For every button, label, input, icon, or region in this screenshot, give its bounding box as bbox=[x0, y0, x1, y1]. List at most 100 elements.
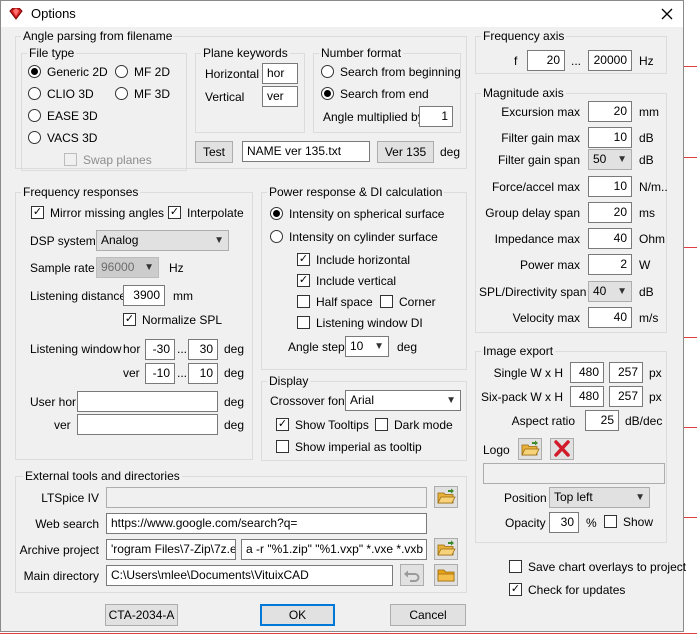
chevron-down-icon: ▼ bbox=[144, 262, 154, 273]
sample-rate-dropdown[interactable]: 96000 ▼ bbox=[96, 257, 159, 278]
chevron-down-icon: ▼ bbox=[214, 235, 224, 246]
angle-step-label: Angle step bbox=[288, 340, 345, 354]
impedance-input[interactable]: 40 bbox=[588, 228, 632, 249]
velocity-label: Velocity max bbox=[512, 311, 580, 325]
single-width-input[interactable]: 480 bbox=[570, 362, 604, 383]
folder-open-icon bbox=[437, 540, 456, 556]
logo-path-field[interactable] bbox=[483, 463, 665, 484]
force-accel-input[interactable]: 10 bbox=[588, 176, 632, 197]
hor-separator: ... bbox=[177, 342, 188, 356]
listening-distance-input[interactable]: 3900 bbox=[123, 285, 165, 306]
aspect-ratio-input[interactable]: 25 bbox=[585, 410, 619, 431]
position-label: Position bbox=[504, 491, 547, 505]
user-ver-deg-unit: deg bbox=[224, 418, 245, 432]
hor-deg-unit: deg bbox=[224, 342, 245, 356]
user-hor-deg-unit: deg bbox=[224, 395, 245, 409]
folder-open-icon bbox=[521, 440, 540, 456]
background-line bbox=[684, 427, 697, 428]
main-directory-reset-button[interactable] bbox=[400, 564, 424, 586]
power-max-label: Power max bbox=[519, 258, 580, 272]
angle-multiplied-label: Angle multiplied by bbox=[323, 110, 424, 124]
velocity-unit: m/s bbox=[639, 311, 659, 325]
cancel-button[interactable]: Cancel bbox=[390, 604, 466, 626]
frequency-axis-title: Frequency axis bbox=[481, 29, 567, 43]
main-directory-browse-button[interactable] bbox=[434, 564, 458, 586]
logo-open-button[interactable] bbox=[518, 438, 542, 460]
vertical-keyword-input[interactable]: ver bbox=[262, 86, 298, 107]
archive-args-input[interactable]: a -r "%1.zip" "%1.vxp" *.vxe *.vxb *.vx bbox=[241, 539, 427, 560]
listening-window-label: Listening window bbox=[30, 342, 122, 356]
delete-x-icon bbox=[554, 440, 570, 457]
excursion-input[interactable]: 20 bbox=[588, 101, 632, 122]
close-button[interactable] bbox=[651, 1, 683, 27]
main-directory-label: Main directory bbox=[23, 569, 99, 583]
dsp-system-label: DSP system bbox=[30, 234, 96, 248]
ver-from-input[interactable]: -10 bbox=[145, 363, 175, 384]
single-size-label: Single W x H bbox=[493, 366, 563, 380]
main-directory-input[interactable]: C:\Users\mlee\Documents\VituixCAD bbox=[106, 565, 393, 586]
user-ver-input[interactable] bbox=[77, 414, 218, 435]
horizontal-keyword-input[interactable]: hor bbox=[262, 63, 298, 84]
force-accel-label: Force/accel max bbox=[491, 180, 580, 194]
options-dialog: Options Angle parsing from filename File… bbox=[0, 0, 686, 632]
sixpack-width-input[interactable]: 480 bbox=[570, 386, 604, 407]
filter-gain-max-label: Filter gain max bbox=[501, 131, 580, 145]
web-search-input[interactable]: https://www.google.com/search?q= bbox=[106, 513, 427, 534]
ver-label: ver bbox=[123, 366, 140, 380]
crossover-font-label: Crossover font bbox=[270, 394, 349, 408]
ltspice-path-field[interactable] bbox=[106, 487, 427, 508]
sixpack-height-input[interactable]: 257 bbox=[609, 386, 643, 407]
test-filename-input[interactable]: NAME ver 135.txt bbox=[242, 141, 370, 162]
power-max-input[interactable]: 2 bbox=[588, 254, 632, 275]
velocity-input[interactable]: 40 bbox=[588, 307, 632, 328]
spl-span-dropdown[interactable]: 40 ▼ bbox=[588, 281, 632, 302]
archive-path-input[interactable]: 'rogram Files\7-Zip\7z.exe bbox=[106, 539, 236, 560]
hor-from-input[interactable]: -30 bbox=[145, 339, 175, 360]
image-export-title: Image export bbox=[481, 344, 556, 358]
group-delay-input[interactable]: 20 bbox=[588, 202, 632, 223]
vertical-label: Vertical bbox=[205, 90, 245, 104]
plane-keywords-title: Plane keywords bbox=[201, 46, 290, 60]
cta-2034-a-button[interactable]: CTA-2034-A bbox=[105, 604, 178, 626]
filter-gain-max-unit: dB bbox=[639, 131, 654, 145]
sample-rate-label: Sample rate bbox=[30, 261, 95, 275]
single-height-input[interactable]: 257 bbox=[609, 362, 643, 383]
filter-gain-max-input[interactable]: 10 bbox=[588, 127, 632, 148]
archive-browse-button[interactable] bbox=[434, 538, 458, 560]
spl-span-label: SPL/Directivity span bbox=[479, 285, 587, 299]
listening-distance-unit: mm bbox=[173, 289, 193, 303]
aspect-ratio-unit: dB/dec bbox=[625, 414, 663, 428]
filter-gain-span-unit: dB bbox=[639, 153, 654, 167]
crossover-font-dropdown[interactable]: Arial ▼ bbox=[345, 390, 461, 411]
background-line bbox=[0, 633, 697, 634]
ltspice-browse-button[interactable] bbox=[434, 486, 458, 508]
opacity-input[interactable]: 30 bbox=[549, 512, 579, 533]
close-icon bbox=[661, 8, 673, 20]
angle-step-dropdown[interactable]: 10 ▼ bbox=[345, 336, 389, 357]
ver-to-input[interactable]: 10 bbox=[188, 363, 218, 384]
file-type-title: File type bbox=[27, 46, 77, 60]
hor-to-input[interactable]: 30 bbox=[188, 339, 218, 360]
freq-to-input[interactable]: 20000 bbox=[588, 50, 632, 71]
test-button[interactable]: Test bbox=[195, 141, 233, 163]
ltspice-label: LTSpice IV bbox=[41, 491, 99, 505]
dsp-system-dropdown[interactable]: Analog ▼ bbox=[96, 230, 229, 251]
group-delay-label: Group delay span bbox=[485, 206, 580, 220]
angle-multiplier-input[interactable]: 1 bbox=[419, 106, 453, 127]
sixpack-size-label: Six-pack W x H bbox=[480, 390, 563, 404]
impedance-label: Impedance max bbox=[494, 232, 580, 246]
chevron-down-icon: ▼ bbox=[617, 154, 627, 165]
freq-from-input[interactable]: 20 bbox=[527, 50, 565, 71]
excursion-label: Excursion max bbox=[501, 105, 580, 119]
user-hor-input[interactable] bbox=[77, 391, 218, 412]
ok-button[interactable]: OK bbox=[260, 604, 335, 626]
folder-open-icon bbox=[437, 488, 456, 504]
filter-gain-span-dropdown[interactable]: 50 ▼ bbox=[588, 149, 632, 170]
logo-delete-button[interactable] bbox=[550, 438, 574, 460]
app-diamond-icon bbox=[9, 8, 23, 20]
test-result-button[interactable]: Ver 135 bbox=[377, 141, 434, 163]
position-dropdown[interactable]: Top left ▼ bbox=[549, 487, 650, 508]
angle-step-unit: deg bbox=[397, 340, 418, 354]
power-max-unit: W bbox=[639, 258, 651, 272]
background-line bbox=[684, 517, 697, 518]
